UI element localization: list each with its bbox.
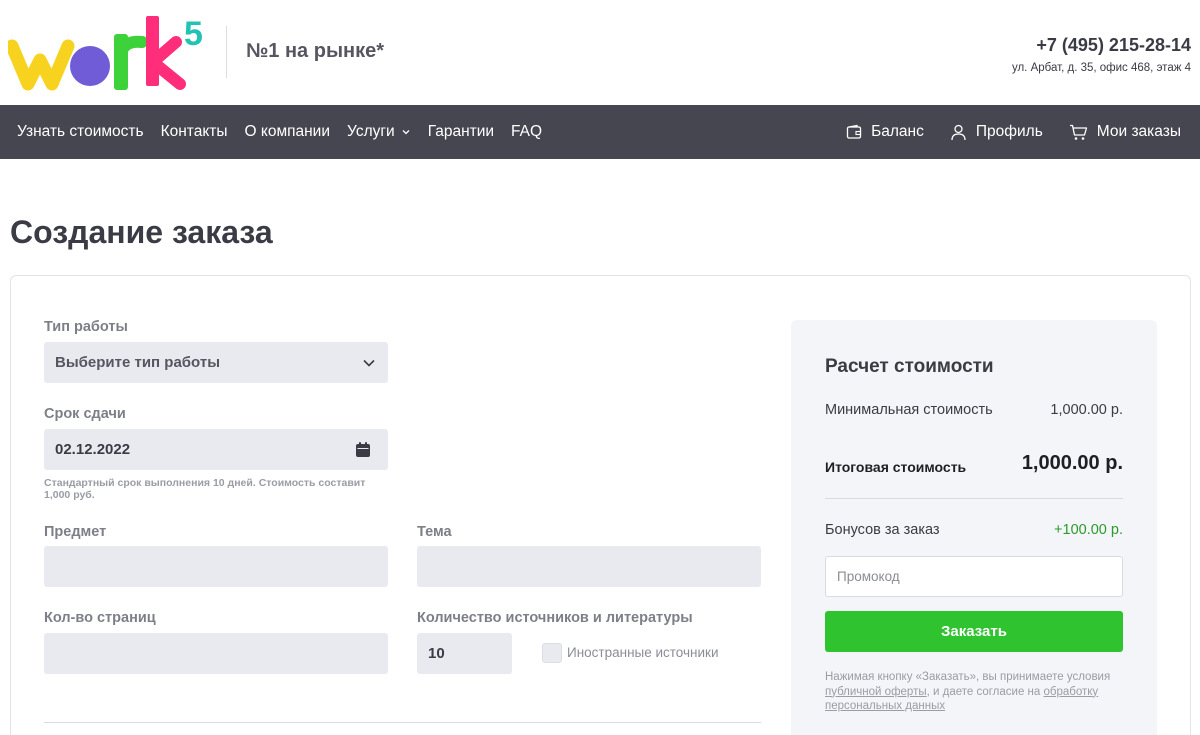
svg-text:5: 5 bbox=[184, 15, 203, 53]
cart-icon bbox=[1069, 124, 1087, 140]
nav-balance-label: Баланс bbox=[871, 123, 924, 140]
promo-code-input[interactable] bbox=[825, 556, 1123, 597]
header-divider bbox=[226, 26, 227, 78]
nav-item-faq[interactable]: FAQ bbox=[511, 123, 542, 141]
deadline-input[interactable]: 02.12.2022 bbox=[44, 429, 388, 470]
office-address: ул. Арбат, д. 35, офис 468, этаж 4 bbox=[1011, 62, 1191, 74]
foreign-sources-checkbox[interactable] bbox=[542, 643, 562, 663]
nav-item-price[interactable]: Узнать стоимость bbox=[17, 123, 144, 141]
work5-logo[interactable]: 5 bbox=[8, 12, 208, 94]
nav-profile[interactable]: Профиль bbox=[950, 123, 1043, 141]
offer-link[interactable]: публичной оферты bbox=[825, 686, 927, 698]
nav-item-guarantees[interactable]: Гарантии bbox=[428, 123, 494, 141]
summary-title: Расчет стоимости bbox=[825, 356, 994, 377]
nav-profile-label: Профиль bbox=[975, 123, 1043, 140]
nav-item-services-label: Услуги bbox=[347, 123, 395, 140]
calendar-icon[interactable] bbox=[355, 441, 371, 458]
nav-item-about[interactable]: О компании bbox=[245, 123, 331, 141]
total-cost-value: 1,000.00 р. bbox=[1021, 452, 1123, 474]
sources-value: 10 bbox=[428, 645, 445, 662]
nav-links: Узнать стоимость Контакты О компании Усл… bbox=[17, 105, 559, 159]
summary-divider bbox=[825, 498, 1123, 499]
bonus-label: Бонусов за заказ bbox=[825, 522, 940, 538]
deadline-value: 02.12.2022 bbox=[55, 441, 131, 458]
foreign-sources-label[interactable]: Иностранные источники bbox=[567, 645, 719, 660]
pages-input[interactable] bbox=[44, 633, 388, 674]
wallet-icon bbox=[846, 124, 862, 139]
total-cost-label: Итоговая стоимость bbox=[825, 459, 967, 475]
deadline-hint: Стандартный срок выполнения 10 дней. Сто… bbox=[44, 477, 366, 501]
topic-label: Тема bbox=[417, 524, 452, 540]
sources-label: Количество источников и литературы bbox=[417, 610, 693, 626]
nav-orders[interactable]: Мои заказы bbox=[1069, 123, 1181, 141]
subject-label: Предмет bbox=[44, 524, 107, 540]
legal-notice: Нажимая кнопку «Заказать», вы принимаете… bbox=[825, 670, 1125, 714]
legal-prefix: Нажимая кнопку «Заказать», вы принимаете… bbox=[825, 671, 1111, 683]
nav-item-contacts[interactable]: Контакты bbox=[161, 123, 228, 141]
bonus-value: +100.00 р. bbox=[1054, 522, 1123, 538]
nav-balance[interactable]: Баланс bbox=[846, 123, 924, 141]
form-divider bbox=[44, 722, 761, 723]
main-nav: Узнать стоимость Контакты О компании Усл… bbox=[0, 105, 1200, 159]
pages-label: Кол-во страниц bbox=[44, 610, 156, 626]
site-header: 5 №1 на рынке* +7 (495) 215-28-14 ул. Ар… bbox=[0, 0, 1200, 105]
min-cost-label: Минимальная стоимость bbox=[825, 402, 993, 418]
topic-input[interactable] bbox=[417, 546, 761, 587]
deadline-label: Срок сдачи bbox=[44, 406, 126, 422]
order-button[interactable]: Заказать bbox=[825, 611, 1123, 652]
user-icon bbox=[951, 124, 966, 140]
phone-number[interactable]: +7 (495) 215-28-14 bbox=[1036, 35, 1191, 56]
nav-item-services[interactable]: Услуги bbox=[347, 123, 411, 141]
min-cost-value: 1,000.00 р. bbox=[1050, 402, 1123, 418]
nav-account: Баланс Профиль Мои заказы bbox=[820, 105, 1181, 159]
work-type-label: Тип работы bbox=[44, 319, 128, 335]
legal-middle: , и даете согласие на bbox=[926, 685, 1044, 698]
price-summary-panel: Расчет стоимости Минимальная стоимость 1… bbox=[791, 320, 1157, 735]
tagline: №1 на рынке* bbox=[246, 40, 385, 62]
nav-orders-label: Мои заказы bbox=[1096, 123, 1181, 140]
work-type-value: Выберите тип работы bbox=[55, 354, 220, 371]
chevron-down-icon bbox=[363, 359, 375, 367]
page-title: Создание заказа bbox=[10, 214, 273, 250]
chevron-down-icon bbox=[402, 130, 410, 135]
subject-input[interactable] bbox=[44, 546, 388, 587]
sources-input[interactable]: 10 bbox=[417, 633, 512, 674]
work-type-select[interactable]: Выберите тип работы bbox=[44, 342, 388, 383]
